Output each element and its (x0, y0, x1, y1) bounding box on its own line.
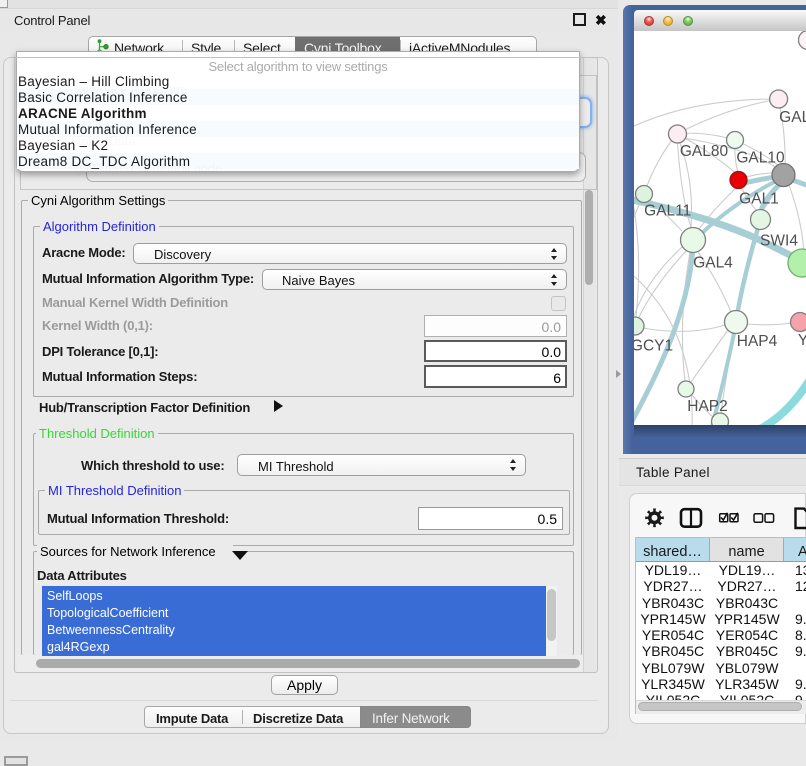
svg-text:SWI4: SWI4 (760, 233, 798, 250)
svg-text:GAL1: GAL1 (739, 191, 779, 208)
svg-text:GAL80: GAL80 (680, 143, 729, 160)
svg-text:Y: Y (798, 332, 806, 349)
svg-text:GCY1: GCY1 (634, 338, 673, 355)
svg-text:GAL11: GAL11 (644, 203, 691, 220)
svg-text:HAP4: HAP4 (737, 333, 778, 350)
svg-text:GAL7: GAL7 (779, 109, 806, 126)
svg-text:GAL10: GAL10 (736, 150, 785, 167)
svg-text:GAL4: GAL4 (693, 255, 733, 272)
svg-text:HAP2: HAP2 (687, 398, 728, 415)
